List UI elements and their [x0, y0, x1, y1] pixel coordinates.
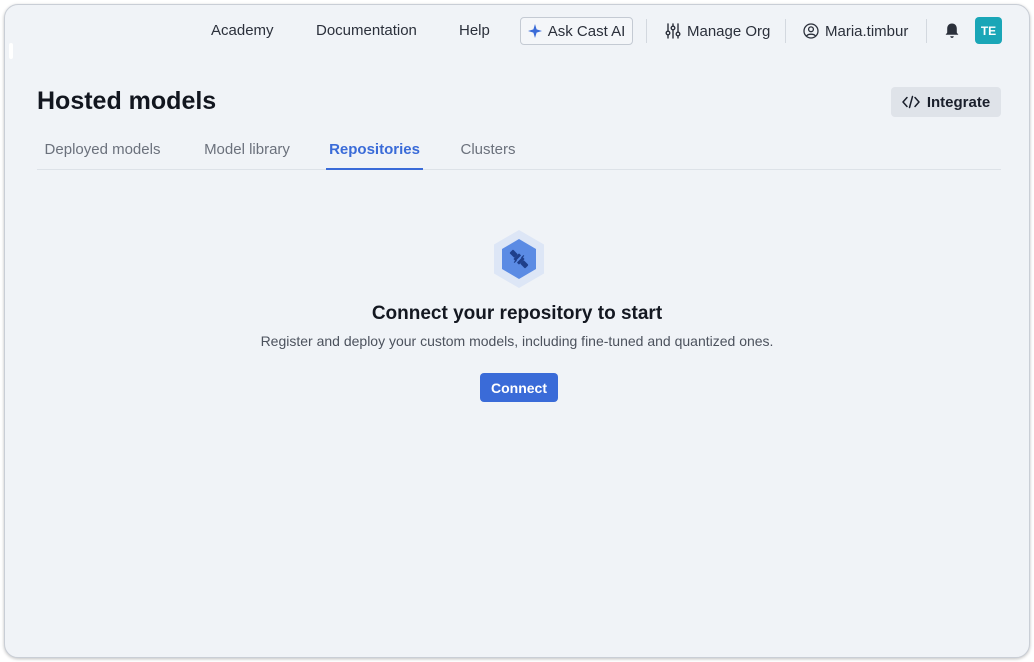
- tab-model-library[interactable]: Model library: [203, 137, 291, 170]
- nav-divider: [785, 19, 786, 43]
- plug-icon: [494, 230, 544, 288]
- nav-divider: [926, 19, 927, 43]
- bell-icon[interactable]: [942, 21, 962, 41]
- ask-cast-ai-label: Ask Cast AI: [547, 22, 626, 40]
- avatar[interactable]: TE: [975, 17, 1002, 44]
- nav-help-link[interactable]: Help: [459, 13, 490, 49]
- nav-academy-link[interactable]: Academy: [211, 13, 274, 49]
- integrate-button[interactable]: Integrate: [891, 87, 1001, 117]
- empty-state-description: Register and deploy your custom models, …: [260, 333, 774, 349]
- tab-deployed-models[interactable]: Deployed models: [44, 137, 161, 170]
- empty-state-title: Connect your repository to start: [371, 303, 663, 324]
- tab-bar: Deployed models Model library Repositori…: [37, 137, 1001, 170]
- nav-documentation-link[interactable]: Documentation: [316, 13, 417, 49]
- sliders-icon: [665, 23, 681, 39]
- page-title: Hosted models: [37, 87, 217, 115]
- top-navigation: Academy Documentation Help Ask Cast AI M…: [5, 13, 1029, 49]
- integrate-label: Integrate: [926, 93, 991, 111]
- manage-org-label: Manage Org: [687, 22, 771, 40]
- nav-divider: [646, 19, 647, 43]
- user-menu-button[interactable]: Maria.timbur: [803, 13, 908, 49]
- connect-button[interactable]: Connect: [480, 373, 558, 402]
- app-window: Academy Documentation Help Ask Cast AI M…: [4, 4, 1030, 658]
- manage-org-button[interactable]: Manage Org: [665, 13, 770, 49]
- user-name-label: Maria.timbur: [825, 22, 909, 40]
- user-circle-icon: [803, 23, 819, 39]
- tab-clusters[interactable]: Clusters: [459, 137, 517, 170]
- ask-cast-ai-button[interactable]: Ask Cast AI: [520, 17, 633, 45]
- sparkle-icon: [527, 24, 542, 38]
- tab-repositories[interactable]: Repositories: [326, 137, 423, 170]
- code-icon: [902, 95, 920, 109]
